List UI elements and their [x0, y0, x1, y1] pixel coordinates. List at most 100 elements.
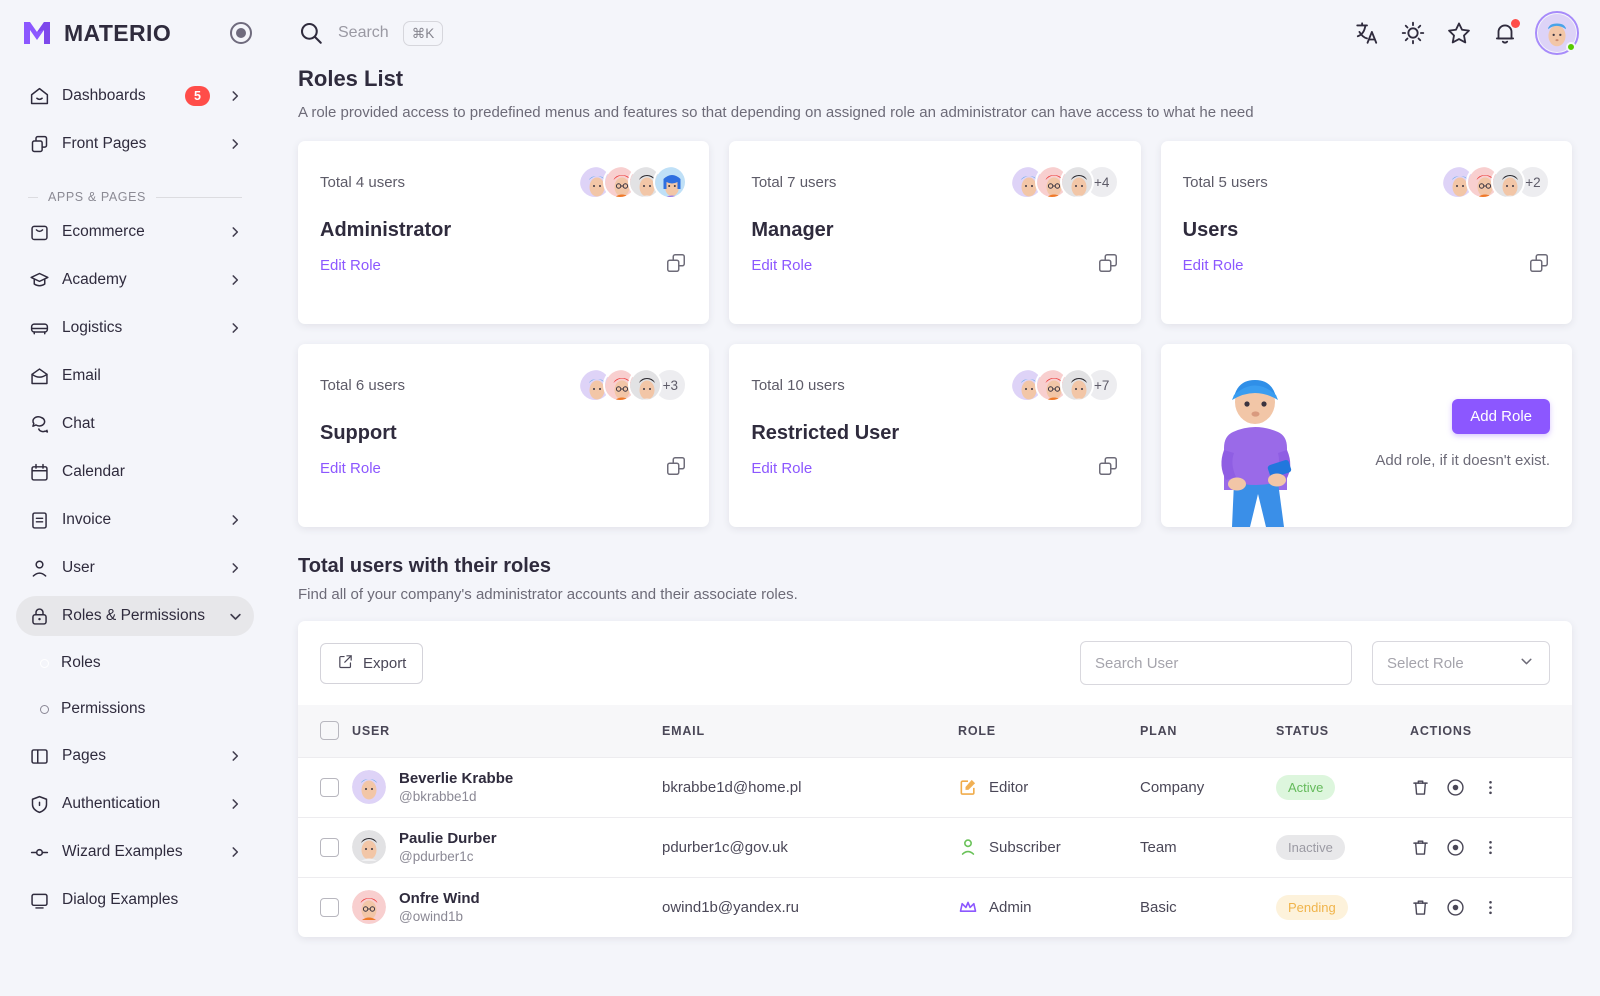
- table-row[interactable]: Beverlie Krabbe @bkrabbe1d bkrabbe1d@hom…: [298, 756, 1572, 817]
- sidebar-item-invoice[interactable]: Invoice: [16, 500, 254, 540]
- export-button-label: Export: [363, 654, 407, 672]
- sidebar-item-academy[interactable]: Academy: [16, 260, 254, 300]
- column-header-plan: PLAN: [1140, 723, 1178, 738]
- copy-icon[interactable]: [665, 455, 687, 477]
- email-cell: owind1b@yandex.ru: [662, 876, 958, 937]
- role-card[interactable]: Total 5 users +2 Users Edit Role: [1160, 141, 1572, 324]
- avatar-stack: +3: [578, 368, 688, 402]
- sun-icon[interactable]: [1400, 20, 1426, 46]
- row-checkbox[interactable]: [320, 777, 339, 797]
- layout-panel-icon: [28, 745, 50, 767]
- pin-toggle-icon[interactable]: [230, 22, 252, 44]
- sidebar-item-label: Chat: [62, 415, 95, 432]
- shopping-bag-icon: [28, 221, 50, 243]
- star-icon[interactable]: [1446, 20, 1472, 46]
- dashboards-badge: 5: [185, 86, 210, 106]
- divider-left: [28, 196, 38, 198]
- select-all-checkbox[interactable]: [320, 721, 339, 741]
- view-icon[interactable]: [1445, 837, 1466, 858]
- view-icon[interactable]: [1445, 777, 1466, 798]
- role-card-top: Total 7 users +4: [751, 161, 1119, 203]
- more-vertical-icon[interactable]: [1480, 897, 1501, 918]
- user-cell: Paulie Durber @pdurber1c: [352, 816, 662, 877]
- chevron-right-icon: [228, 89, 242, 103]
- sidebar-item-calendar[interactable]: Calendar: [16, 452, 254, 492]
- sidebar-item-email[interactable]: Email: [16, 356, 254, 396]
- role-cell: Subscriber: [958, 816, 1140, 877]
- delete-icon[interactable]: [1410, 777, 1431, 798]
- edit-role-link[interactable]: Edit Role: [1183, 257, 1244, 274]
- sidebar-item-permissions[interactable]: Permissions: [16, 690, 254, 728]
- export-button[interactable]: Export: [320, 642, 424, 684]
- role-card-total: Total 7 users: [751, 173, 837, 191]
- status-badge: Active: [1276, 774, 1336, 800]
- search-icon: [298, 20, 324, 46]
- add-role-button[interactable]: Add Role: [1452, 398, 1550, 434]
- copy-pages-icon: [28, 133, 50, 155]
- copy-icon[interactable]: [665, 252, 687, 274]
- search-user-input[interactable]: [1080, 641, 1352, 685]
- dark-hair-avatar: [1059, 165, 1094, 199]
- sidebar-item-ecommerce[interactable]: Ecommerce: [16, 212, 254, 252]
- table-row[interactable]: Paulie Durber @pdurber1c pdurber1c@gov.u…: [298, 816, 1572, 877]
- edit-role-link[interactable]: Edit Role: [751, 460, 812, 477]
- top-bar-icons: [1354, 11, 1579, 55]
- role-card[interactable]: Total 4 users Administrator Edit Role: [298, 141, 710, 324]
- red-hair-glasses-avatar: [352, 890, 386, 924]
- row-checkbox[interactable]: [320, 897, 339, 917]
- bell-icon[interactable]: [1492, 19, 1520, 46]
- role-card[interactable]: Total 10 users +7 Restricted User Edit R…: [729, 344, 1141, 527]
- view-icon[interactable]: [1445, 897, 1466, 918]
- more-vertical-icon[interactable]: [1480, 837, 1501, 858]
- sidebar-item-chat[interactable]: Chat: [16, 404, 254, 444]
- edit-role-link[interactable]: Edit Role: [751, 257, 812, 274]
- role-card-bottom: Edit Role: [320, 455, 687, 477]
- sidebar-item-front-pages[interactable]: Front Pages: [16, 124, 254, 164]
- role-label: Subscriber: [989, 838, 1061, 856]
- sidebar-item-user[interactable]: User: [16, 548, 254, 588]
- sidebar-item-authentication[interactable]: Authentication: [16, 784, 254, 824]
- avatar[interactable]: [1535, 11, 1579, 55]
- sidebar-item-wizard-examples[interactable]: Wizard Examples: [16, 832, 254, 872]
- sidebar-item-label: Front Pages: [62, 135, 147, 152]
- role-label: Editor: [989, 778, 1029, 796]
- copy-icon[interactable]: [1097, 252, 1119, 274]
- sidebar-item-dashboards[interactable]: Dashboards 5: [16, 76, 254, 116]
- users-table-head: USER EMAIL ROLE PLAN STATUS ACTIONS: [298, 705, 1572, 757]
- chevron-right-icon: [228, 137, 242, 151]
- chat-bubbles-icon: [28, 413, 50, 435]
- more-vertical-icon[interactable]: [1480, 777, 1501, 798]
- copy-icon[interactable]: [1528, 252, 1550, 274]
- person-icon: [958, 837, 978, 857]
- search-shortcut: ⌘K: [402, 20, 444, 46]
- users-section-title: Total users with their roles: [298, 555, 552, 577]
- sidebar-item-dialog-examples[interactable]: Dialog Examples: [16, 880, 254, 920]
- sidebar-item-pages[interactable]: Pages: [16, 736, 254, 776]
- edit-role-link[interactable]: Edit Role: [320, 257, 381, 274]
- copy-icon[interactable]: [1097, 455, 1119, 477]
- table-row[interactable]: Onfre Wind @owind1b owind1b@yandex.ru Ad…: [298, 876, 1572, 937]
- edit-role-link[interactable]: Edit Role: [320, 460, 381, 477]
- search-input[interactable]: Search ⌘K: [298, 20, 1340, 46]
- sidebar-item-roles[interactable]: Roles: [16, 644, 254, 682]
- avatar-stack: +7: [1009, 368, 1119, 402]
- translate-icon[interactable]: [1354, 20, 1380, 46]
- graduation-cap-icon: [28, 269, 50, 291]
- dark-hair-avatar: [352, 830, 386, 864]
- sidebar-nav: Dashboards 5 Front Pages APPS & PAGES Ec…: [0, 66, 270, 920]
- row-select-cell: [298, 756, 352, 817]
- sidebar-item-logistics[interactable]: Logistics: [16, 308, 254, 348]
- sidebar-item-label: Roles & Permissions: [62, 607, 205, 624]
- sidebar-item-label: Pages: [62, 747, 106, 764]
- delete-icon[interactable]: [1410, 897, 1431, 918]
- role-card[interactable]: Total 6 users +3 Support Edit Role: [298, 344, 710, 527]
- sidebar-item-label: Email: [62, 367, 101, 384]
- sidebar-item-roles-permissions[interactable]: Roles & Permissions: [16, 596, 254, 636]
- notification-dot: [1511, 19, 1520, 28]
- sidebar-item-label: Dashboards: [62, 87, 146, 104]
- select-role-dropdown[interactable]: Select Role: [1372, 641, 1550, 685]
- user-handle: @bkrabbe1d: [399, 788, 477, 804]
- row-checkbox[interactable]: [320, 837, 339, 857]
- delete-icon[interactable]: [1410, 837, 1431, 858]
- role-card[interactable]: Total 7 users +4 Manager Edit Role: [729, 141, 1141, 324]
